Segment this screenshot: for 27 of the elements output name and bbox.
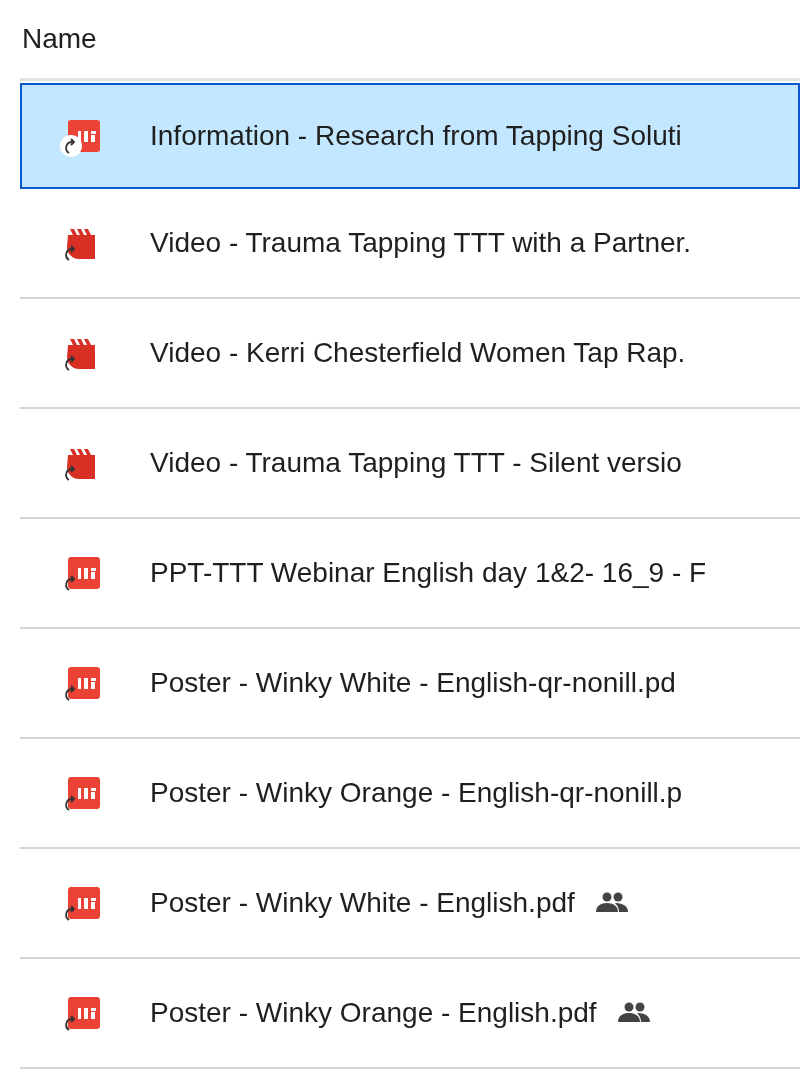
file-row[interactable]: Video - Kerri Chesterfield Women Tap Rap. [20, 299, 800, 409]
file-row[interactable]: Poster - Winky Orange - English-qr-nonill.p [20, 739, 800, 849]
file-name: Poster - Winky White - English-qr-nonill.pd [150, 667, 676, 699]
file-name: Video - Trauma Tapping TTT with a Partner. [150, 227, 692, 259]
file-row[interactable]: Poster - Winky White - English.pdf [20, 849, 800, 959]
video-file-icon [67, 449, 95, 479]
file-name: PPT-TTT Webinar English day 1&2- 16_9 - F [150, 557, 707, 589]
pdf-file-icon [68, 557, 100, 589]
file-row[interactable]: Video - Trauma Tapping TTT - Silent versio [20, 409, 800, 519]
file-name: Poster - Winky White - English.pdf [150, 887, 575, 919]
pdf-file-icon [68, 777, 100, 809]
file-row[interactable]: Video - Trauma Tapping TTT with a Partner. [20, 189, 800, 299]
column-header[interactable]: Name [22, 23, 97, 55]
file-name: Information - Research from Tapping Soluti [150, 120, 682, 152]
pdf-file-icon [68, 667, 100, 699]
file-name: Poster - Winky Orange - English.pdf [150, 997, 597, 1029]
video-file-icon [67, 339, 95, 369]
file-row[interactable]: Poster - Winky Orange - English.pdf [20, 959, 800, 1069]
file-row[interactable]: PPT-TTT Webinar English day 1&2- 16_9 - F [20, 519, 800, 629]
pdf-file-icon [68, 997, 100, 1029]
file-name: Video - Trauma Tapping TTT - Silent versio [150, 447, 682, 479]
file-name: Poster - Winky Orange - English-qr-nonill.p [150, 777, 683, 809]
pdf-file-icon [68, 887, 100, 919]
file-name: Video - Kerri Chesterfield Women Tap Rap. [150, 337, 686, 369]
file-row[interactable]: Poster - Winky White - English-qr-nonill.pd [20, 629, 800, 739]
video-file-icon [67, 229, 95, 259]
file-row-selected[interactable]: Information - Research from Tapping Soluti [20, 83, 800, 189]
